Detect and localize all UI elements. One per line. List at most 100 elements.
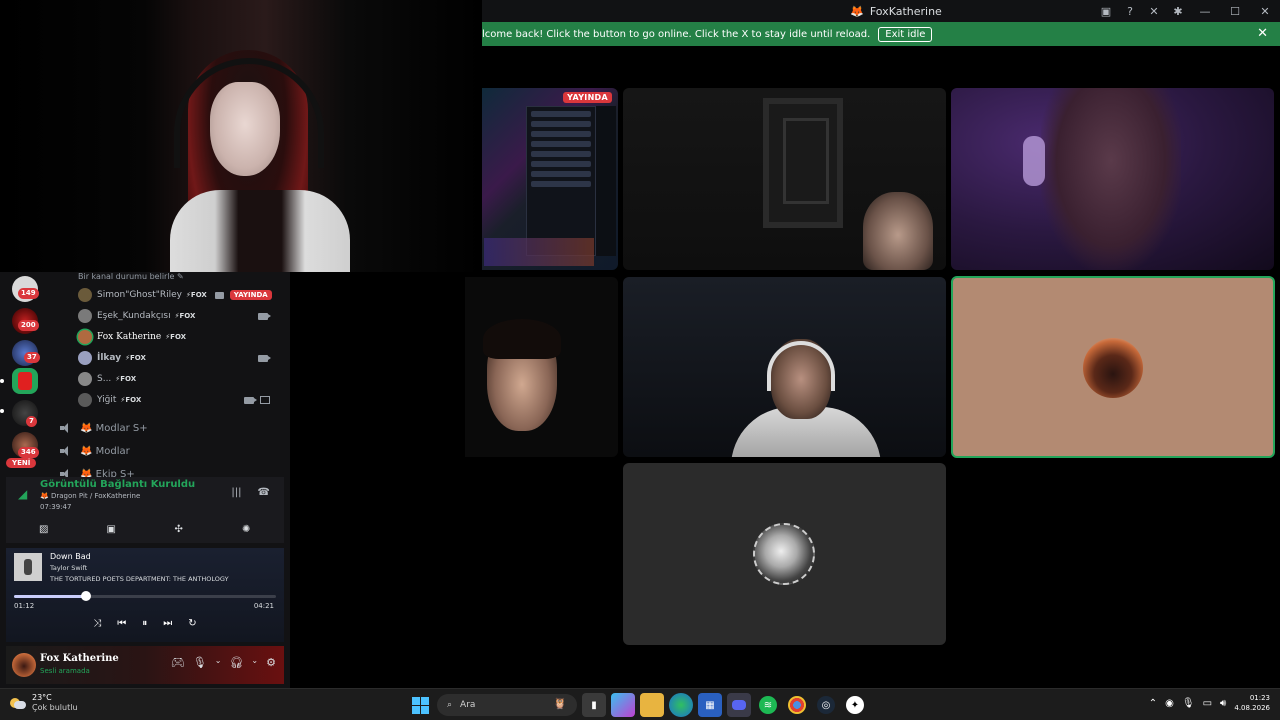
voice-member[interactable]: Simon"Ghost"Riley ⚡FOX YAYINDA bbox=[78, 286, 278, 304]
screen-share-button[interactable]: ▣ bbox=[86, 519, 136, 539]
screen-share-icon bbox=[260, 396, 270, 404]
track-artist[interactable]: Taylor Swift bbox=[50, 564, 87, 572]
unread-badge: 200 bbox=[18, 320, 39, 331]
search-icon: ⌕ bbox=[447, 700, 453, 710]
activities-button[interactable]: ✣ bbox=[154, 519, 204, 539]
connection-location[interactable]: 🦊 Dragon Pit / FoxKatherine bbox=[40, 492, 140, 500]
connection-status[interactable]: Görüntülü Bağlantı Kuruldu bbox=[40, 479, 195, 490]
voice-member[interactable]: Fox Katherine ⚡FOX bbox=[78, 328, 278, 346]
video-tile[interactable] bbox=[951, 88, 1274, 270]
speaking-avatar-tile[interactable] bbox=[951, 276, 1275, 458]
banner-close-icon[interactable]: ✕ bbox=[1257, 26, 1268, 41]
close-window-button[interactable]: ✕ bbox=[1250, 0, 1280, 22]
search-box[interactable]: ⌕ Ara 🦉 bbox=[437, 694, 577, 716]
owl-icon: 🦉 bbox=[553, 697, 567, 710]
voice-member[interactable]: Yiğit ⚡FOX bbox=[78, 391, 278, 409]
avatar bbox=[78, 351, 92, 365]
help-icon[interactable]: ? bbox=[1118, 0, 1142, 22]
headphones-icon[interactable]: 🎧︎ bbox=[229, 656, 243, 669]
file-explorer-icon[interactable] bbox=[640, 693, 664, 717]
bug-icon[interactable]: ✱ bbox=[1166, 0, 1190, 22]
store-icon[interactable]: ▦ bbox=[698, 693, 722, 717]
avatar-tile[interactable] bbox=[623, 463, 946, 645]
minimize-button[interactable]: — bbox=[1190, 0, 1220, 22]
app-icon[interactable]: ✦ bbox=[846, 696, 864, 714]
start-button[interactable] bbox=[408, 693, 432, 717]
user-name[interactable]: Fox Katherine bbox=[40, 653, 119, 664]
voice-member[interactable]: Eşek_Kundakçısı ⚡FOX bbox=[78, 307, 278, 325]
fox-icon: 🦊 bbox=[850, 4, 864, 18]
chevron-down-icon[interactable]: ⌄ bbox=[251, 656, 258, 669]
edge-icon[interactable] bbox=[669, 693, 693, 717]
vpn-icon[interactable]: ◉ bbox=[1165, 698, 1174, 709]
voice-channel-item[interactable]: 🦊 Modlar S+ bbox=[60, 419, 148, 437]
volume-icon[interactable]: 🔊︎ bbox=[1220, 698, 1226, 709]
signal-icon[interactable]: ◢ bbox=[18, 487, 27, 501]
chevron-down-icon[interactable]: ⌄ bbox=[215, 656, 222, 669]
voice-channel-item[interactable]: 🦊 Ekip S+ bbox=[60, 465, 135, 477]
stream-tile[interactable]: YAYINDA bbox=[482, 88, 618, 270]
weather-widget[interactable]: 23°C Çok bulutlu bbox=[10, 693, 78, 713]
spotify-icon[interactable]: ≋ bbox=[759, 696, 777, 714]
channel-status[interactable]: Bir kanal durumu belirle ✎ bbox=[52, 272, 282, 282]
connection-timer: 07:39:47 bbox=[40, 503, 72, 511]
avatar[interactable] bbox=[12, 653, 36, 677]
clock-time: 01:23 bbox=[1249, 694, 1270, 702]
settings-icon[interactable]: ⚙ bbox=[266, 656, 276, 669]
soundboard-button[interactable]: ✺ bbox=[221, 519, 271, 539]
noise-suppression-icon[interactable]: ||| bbox=[231, 487, 241, 498]
task-view-icon[interactable]: ▮ bbox=[582, 693, 606, 717]
microphone-icon[interactable]: 🎙︎ bbox=[193, 656, 207, 669]
previous-icon[interactable]: ⏮ bbox=[117, 618, 126, 629]
video-tile[interactable] bbox=[465, 277, 618, 457]
video-tile[interactable] bbox=[623, 277, 946, 457]
clock-date: 4.08.2026 bbox=[1234, 704, 1270, 712]
music-player: Down Bad Taylor Swift THE TORTURED POETS… bbox=[6, 548, 284, 642]
avatar bbox=[78, 372, 92, 386]
live-badge: YAYINDA bbox=[563, 92, 612, 103]
clock[interactable]: 01:23 4.08.2026 bbox=[1234, 693, 1270, 713]
disconnect-icon[interactable]: ☎ bbox=[258, 487, 270, 498]
voice-channel-item[interactable]: 🦊 Modlar bbox=[60, 442, 130, 460]
maximize-button[interactable]: ☐ bbox=[1220, 0, 1250, 22]
chevron-up-icon[interactable]: ⌃ bbox=[1149, 698, 1157, 709]
track-album[interactable]: THE TORTURED POETS DEPARTMENT: THE ANTHO… bbox=[50, 575, 229, 583]
system-tray: ⌃ ◉ 🎙︎ ▭ 🔊︎ 01:23 4.08.2026 bbox=[1149, 693, 1270, 713]
track-duration: 04:21 bbox=[253, 602, 274, 610]
camera-off-button[interactable]: ▨ bbox=[19, 519, 69, 539]
discord-icon[interactable] bbox=[727, 693, 751, 717]
display-icon[interactable]: ▭ bbox=[1203, 698, 1212, 709]
speaker-icon bbox=[60, 446, 72, 456]
progress-knob[interactable] bbox=[81, 591, 92, 601]
voice-member[interactable]: İlkay ⚡FOX bbox=[78, 349, 278, 367]
inbox-icon[interactable]: ▣ bbox=[1094, 0, 1118, 22]
gamepad-icon[interactable]: 🎮︎ bbox=[171, 656, 185, 669]
weather-desc: Çok bulutlu bbox=[32, 703, 78, 712]
steam-icon[interactable]: ◎ bbox=[817, 696, 835, 714]
progress-fill bbox=[14, 595, 87, 598]
copilot-icon[interactable] bbox=[611, 693, 635, 717]
idle-message: lcome back! Click the button to go onlin… bbox=[482, 28, 871, 40]
camera-icon bbox=[258, 355, 271, 362]
live-badge: YAYINDA bbox=[229, 290, 272, 300]
server-list: 149 200 37 7 346 YENİ bbox=[0, 272, 48, 482]
progress-bar[interactable] bbox=[14, 591, 276, 601]
video-tile[interactable] bbox=[623, 88, 946, 270]
pause-icon[interactable]: ⏸ bbox=[142, 618, 147, 629]
camera-icon bbox=[214, 291, 224, 299]
microphone-icon[interactable]: 🎙︎ bbox=[1182, 698, 1195, 709]
title-bar: 🦊 FoxKatherine ▣ ? ✕ ✱ — ☐ ✕ bbox=[482, 0, 1280, 22]
tools-icon[interactable]: ✕ bbox=[1142, 0, 1166, 22]
chrome-icon[interactable] bbox=[788, 696, 806, 714]
avatar bbox=[78, 393, 92, 407]
shuffle-icon[interactable]: ⤨ bbox=[93, 618, 101, 629]
new-badge: YENİ bbox=[6, 458, 37, 468]
next-icon[interactable]: ⏭ bbox=[163, 618, 172, 629]
track-title[interactable]: Down Bad bbox=[50, 552, 91, 561]
repeat-icon[interactable]: ↻ bbox=[188, 618, 196, 629]
user-status: Sesli aramada bbox=[40, 667, 90, 675]
voice-member[interactable]: S... ⚡FOX bbox=[78, 370, 278, 388]
album-cover bbox=[14, 553, 42, 581]
exit-idle-button[interactable]: Exit idle bbox=[878, 26, 933, 42]
server-icon[interactable] bbox=[12, 368, 38, 394]
